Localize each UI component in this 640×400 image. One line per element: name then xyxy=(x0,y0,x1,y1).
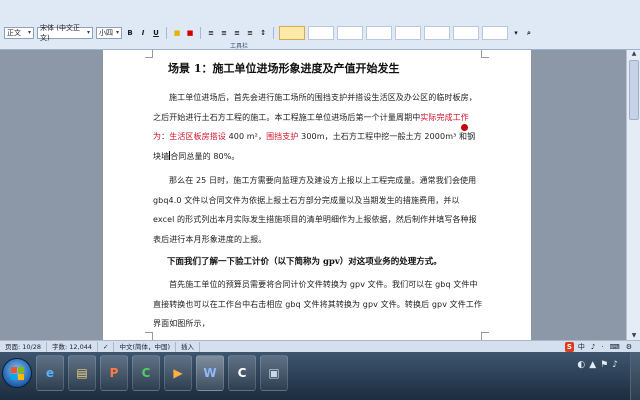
sogou-logo-icon[interactable]: S xyxy=(564,341,574,352)
size-combo-value: 小四 xyxy=(99,29,113,37)
taskbar-app-icon[interactable]: ▣ xyxy=(260,355,288,391)
style-combo-value: 正文 xyxy=(7,29,21,37)
style-gallery-item-2[interactable] xyxy=(308,26,334,40)
align-left-icon[interactable]: ≡ xyxy=(206,27,216,39)
taskbar-media-icon[interactable]: ▶ xyxy=(164,355,192,391)
tray-expand-icon[interactable]: ▲ xyxy=(589,360,596,370)
align-center-icon[interactable]: ≡ xyxy=(219,27,229,39)
style-gallery-item-3[interactable] xyxy=(337,26,363,40)
ribbon: 正文 ▾ 宋体 (中文正文) ▾ 小四 ▾ B I U ■ ■ ≡ ≡ ≡ ≡ ↕ ▾… xyxy=(0,0,640,50)
justify-icon[interactable]: ≡ xyxy=(245,27,255,39)
tray-volume-icon[interactable]: ♪ xyxy=(612,360,618,370)
taskbar-explorer-icon[interactable]: ▤ xyxy=(68,355,96,391)
ime-toolbar: S 中 ♪ · ⌨ ⚙ xyxy=(564,341,634,352)
show-desktop-button[interactable] xyxy=(630,352,640,400)
font-combo[interactable]: 宋体 (中文正文) ▾ xyxy=(37,24,93,42)
taskbar-gcl-icon[interactable]: C xyxy=(132,355,160,391)
size-combo[interactable]: 小四 ▾ xyxy=(96,27,122,39)
keyboard-icon[interactable]: ⌨ xyxy=(608,342,622,352)
system-tray: ◐ ▲ ⚑ ♪ xyxy=(577,360,618,370)
font-color-icon[interactable]: ■ xyxy=(185,27,195,39)
taskbar-ppt-icon[interactable]: P xyxy=(100,355,128,391)
italic-button[interactable]: I xyxy=(138,27,148,39)
margin-marker xyxy=(145,332,153,340)
tray-flag-icon[interactable]: ⚑ xyxy=(600,360,608,370)
scroll-thumb[interactable] xyxy=(629,60,639,120)
tray-network-icon[interactable]: ◐ xyxy=(577,360,585,370)
text-run: 合同总量的 80%。 xyxy=(170,151,240,161)
vertical-scrollbar[interactable]: ▲ ▼ xyxy=(626,50,640,340)
ime-mode[interactable]: 中 xyxy=(576,342,587,352)
paragraph-3: 首先施工单位的预算员需要将合同计价文件转换为 gpv 文件。我们可以在 gbq … xyxy=(153,280,483,328)
sub-heading: 下面我们了解一下验工计价（以下简称为 gpv）对这项业务的处理方式。 xyxy=(167,257,442,267)
scroll-down-icon[interactable]: ▼ xyxy=(629,332,639,340)
highlight-icon[interactable]: ■ xyxy=(172,27,182,39)
proofing-icon[interactable]: ✓ xyxy=(98,341,115,352)
page-indicator[interactable]: 页面: 10/28 xyxy=(0,341,47,352)
text-run: 400 m²， xyxy=(225,132,267,141)
taskbar: e ▤ P C ▶ W C ▣ ◐ ▲ ⚑ ♪ xyxy=(0,352,640,400)
document-page[interactable]: 场景 1：施工单位进场形象进度及产值开始发生 施工单位进场后，首先会进行施工场所… xyxy=(103,50,531,340)
insert-mode[interactable]: 插入 xyxy=(176,341,201,352)
taskbar-gbq-icon[interactable]: C xyxy=(228,355,256,391)
margin-marker xyxy=(481,50,489,58)
chevron-down-icon: ▾ xyxy=(27,29,31,36)
find-icon[interactable]: ⌕ xyxy=(524,27,534,39)
word-count[interactable]: 字数: 12,044 xyxy=(47,341,98,352)
section-heading: 场景 1：施工单位进场形象进度及产值开始发生 xyxy=(168,62,400,75)
taskbar-word-icon[interactable]: W xyxy=(196,355,224,391)
paragraph-1: 施工单位进场后，首先会进行施工场所的围挡支护并搭设生活区及办公区的临时板房，之后… xyxy=(153,88,483,166)
more-styles-icon[interactable]: ▾ xyxy=(511,27,521,39)
language-indicator[interactable]: 中文(简体，中国) xyxy=(114,341,177,352)
ribbon-group-label: 工具栏 xyxy=(230,43,249,50)
style-gallery-item-1[interactable] xyxy=(279,26,305,40)
formatting-toolbar: 正文 ▾ 宋体 (中文正文) ▾ 小四 ▾ B I U ■ ■ ≡ ≡ ≡ ≡ ↕ ▾… xyxy=(4,24,534,42)
status-bar: 页面: 10/28 字数: 12,044 ✓ 中文(简体，中国) 插入 xyxy=(0,340,640,352)
style-gallery-item-4[interactable] xyxy=(366,26,392,40)
toolbar-divider xyxy=(200,27,201,39)
style-gallery-item-8[interactable] xyxy=(482,26,508,40)
style-gallery-item-6[interactable] xyxy=(424,26,450,40)
chevron-down-icon: ▾ xyxy=(115,29,119,36)
paragraph-2: 那么在 25 日时，施工方需要向监理方及建设方上报以上工程完成量。通常我们会使用… xyxy=(153,176,477,244)
font-combo-value: 宋体 (中文正文) xyxy=(40,24,80,42)
style-combo[interactable]: 正文 ▾ xyxy=(4,27,34,39)
windows-logo-icon xyxy=(11,367,24,380)
ime-settings-icon[interactable]: ⚙ xyxy=(624,342,634,352)
start-button[interactable] xyxy=(2,358,32,388)
margin-marker xyxy=(145,50,153,58)
ime-punct-icon[interactable]: ♪ xyxy=(589,342,597,352)
taskbar-ie-icon[interactable]: e xyxy=(36,355,64,391)
toolbar-divider xyxy=(273,27,274,39)
ime-halfwidth-icon[interactable]: · xyxy=(599,342,605,352)
toolbar-divider xyxy=(166,27,167,39)
align-right-icon[interactable]: ≡ xyxy=(232,27,242,39)
text-run: ： xyxy=(161,132,170,141)
line-spacing-icon[interactable]: ↕ xyxy=(258,27,268,39)
style-gallery-item-5[interactable] xyxy=(395,26,421,40)
bold-button[interactable]: B xyxy=(125,27,135,39)
style-gallery-item-7[interactable] xyxy=(453,26,479,40)
scroll-up-icon[interactable]: ▲ xyxy=(629,50,639,58)
highlighted-text: 围挡支护 xyxy=(266,132,299,141)
document-body[interactable]: 场景 1：施工单位进场形象进度及产值开始发生 施工单位进场后，首先会进行施工场所… xyxy=(153,60,483,339)
highlighted-text: 生活区板房搭设 xyxy=(169,132,226,141)
underline-button[interactable]: U xyxy=(151,27,161,39)
chevron-down-icon: ▾ xyxy=(86,29,90,36)
